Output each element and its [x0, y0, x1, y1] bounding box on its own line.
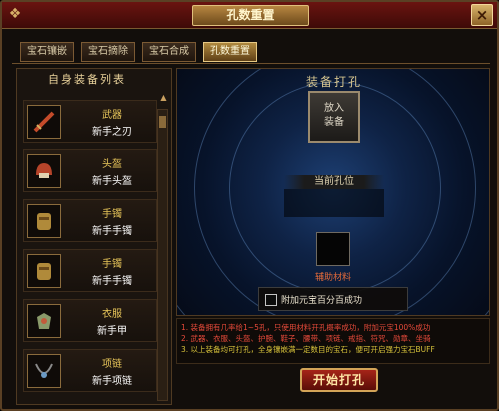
current-holes-display — [284, 189, 384, 217]
close-button[interactable]: × — [471, 4, 493, 26]
start-drill-button[interactable]: 开始打孔 — [300, 368, 378, 392]
drill-panel: 装备打孔 放入 装备 当前孔位 辅助材料 附加元宝百分百成功 — [176, 68, 490, 316]
item-name: 新手手镯 — [92, 276, 132, 287]
item-type: 武器 — [102, 110, 122, 121]
scrollbar[interactable] — [157, 109, 168, 401]
tab-divider — [12, 63, 490, 64]
item-name: 新手甲 — [97, 326, 127, 337]
armor-icon — [37, 313, 51, 329]
item-type: 手镯 — [102, 209, 122, 220]
item-type: 衣服 — [102, 309, 122, 320]
window-title: 孔数重置 — [192, 5, 309, 26]
item-slot — [27, 354, 61, 388]
item-slot — [27, 154, 61, 188]
equipment-list-title: 自身装备列表 — [48, 73, 126, 86]
equipment-item-helmet[interactable]: 头盔 新手头盔 — [23, 149, 157, 192]
bracelet-icon — [37, 263, 51, 280]
equipment-item-bracelet-2[interactable]: 手镯 新手手镯 — [23, 249, 157, 292]
put-label-line1: 放入 — [324, 103, 344, 114]
equipment-list-panel: 自身装备列表 ▲ 武器 新手之刃 头盔 新手头盔 手镯 新手手镯 手镯 新手手镯… — [16, 68, 172, 405]
equipment-item-weapon[interactable]: 武器 新手之刃 — [23, 100, 157, 143]
hole-reset-window: ❖ 孔数重置 × 宝石镶嵌 宝石摘除 宝石合成 孔数重置 自身装备列表 ▲ 武器… — [0, 0, 499, 411]
ingot-success-option[interactable]: 附加元宝百分百成功 — [258, 287, 408, 311]
ingot-success-label: 附加元宝百分百成功 — [281, 296, 363, 306]
scroll-up-icon[interactable]: ▲ — [158, 91, 169, 105]
tab-gem-combine[interactable]: 宝石合成 — [142, 42, 196, 62]
item-name: 新手头盔 — [92, 176, 132, 187]
title-bar[interactable]: ❖ 孔数重置 × — [2, 2, 497, 29]
material-label: 辅助材料 — [314, 273, 351, 283]
equipment-item-bracelet-1[interactable]: 手镯 新手手镯 — [23, 199, 157, 242]
tab-gem-inlay[interactable]: 宝石镶嵌 — [20, 42, 74, 62]
instruction-line: 3. 以上装备均可打孔，全身镶嵌满一定数目的宝石，便可开启强力宝石BUFF — [181, 345, 435, 354]
tab-hole-reset[interactable]: 孔数重置 — [203, 42, 257, 62]
put-label-line2: 装备 — [324, 117, 344, 128]
tab-gem-remove[interactable]: 宝石摘除 — [81, 42, 135, 62]
item-name: 新手项链 — [92, 376, 132, 387]
sword-icon — [33, 111, 55, 133]
equipment-item-necklace[interactable]: 项链 新手项链 — [23, 349, 157, 392]
item-name: 新手手镯 — [92, 226, 132, 237]
item-type: 头盔 — [102, 159, 122, 170]
scrollbar-thumb[interactable] — [159, 116, 166, 128]
instructions-box: 1. 装备拥有几率给1~5孔，只使用材料开孔概率成功，附加元宝100%成功 2.… — [176, 318, 490, 364]
current-holes-label: 当前孔位 — [284, 175, 384, 189]
item-type: 项链 — [102, 359, 122, 370]
bracelet-icon — [37, 213, 51, 230]
helmet-icon — [36, 163, 52, 178]
drill-panel-title: 装备打孔 — [305, 75, 362, 89]
item-slot — [27, 254, 61, 288]
ornament-icon: ❖ — [8, 6, 22, 22]
instruction-line: 2. 武器、衣服、头盔、护腕、鞋子、腰带、项链、戒指、符咒、勋章、坐骑 — [181, 334, 431, 343]
item-slot — [27, 105, 61, 139]
necklace-icon — [35, 363, 53, 378]
item-slot — [27, 204, 61, 238]
equipment-item-armor[interactable]: 衣服 新手甲 — [23, 299, 157, 342]
item-type: 手镯 — [102, 259, 122, 270]
material-slot[interactable] — [316, 232, 350, 266]
item-slot — [27, 304, 61, 338]
ingot-success-checkbox[interactable] — [265, 294, 277, 306]
instruction-line: 1. 装备拥有几率给1~5孔，只使用材料开孔概率成功，附加元宝100%成功 — [181, 323, 431, 332]
item-name: 新手之刃 — [92, 127, 132, 138]
equipment-drop-slot[interactable]: 放入 装备 — [308, 91, 360, 143]
